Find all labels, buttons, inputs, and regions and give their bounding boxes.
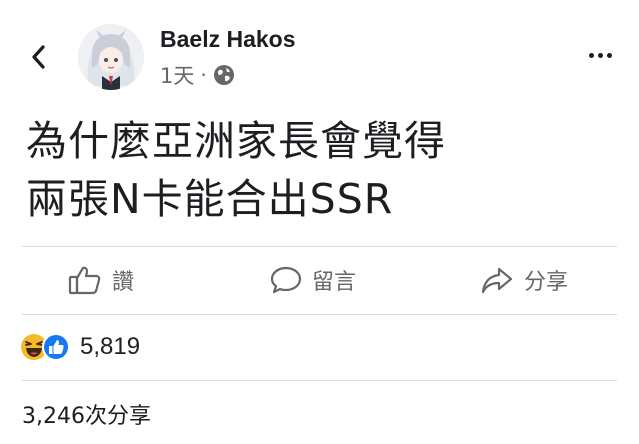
more-options-button[interactable] bbox=[582, 40, 618, 70]
divider-bottom bbox=[22, 380, 617, 381]
anime-character-avatar-image bbox=[78, 24, 144, 90]
comment-button[interactable]: 留言 bbox=[270, 262, 356, 298]
post-time[interactable]: 1天 bbox=[160, 60, 194, 90]
globe-icon bbox=[213, 65, 234, 85]
more-dots-icon bbox=[588, 52, 594, 58]
reaction-count: 5,819 bbox=[80, 333, 141, 360]
post-text-line-1: 為什麼亞洲家長會覺得 bbox=[26, 117, 446, 165]
reaction-icons bbox=[20, 333, 70, 361]
post-text: 為什麼亞洲家長會覺得 兩張N卡能合出SSR bbox=[26, 112, 616, 228]
like-button[interactable]: 讚 bbox=[68, 262, 134, 298]
post-meta: 1天 · bbox=[160, 62, 235, 88]
post-text-line-2: 兩張N卡能合出SSR bbox=[26, 175, 394, 223]
author-name[interactable]: Baelz Hakos bbox=[160, 26, 296, 53]
speech-bubble-icon bbox=[270, 266, 302, 294]
meta-separator: · bbox=[200, 63, 207, 87]
comment-label: 留言 bbox=[312, 270, 357, 295]
reaction-summary[interactable]: 5,819 bbox=[20, 330, 140, 364]
chevron-left-icon bbox=[32, 45, 45, 69]
share-button[interactable]: 分享 bbox=[480, 262, 568, 298]
blue-like-badge-icon bbox=[42, 333, 70, 361]
share-count[interactable]: 3,246次分享 bbox=[22, 398, 151, 430]
divider-top bbox=[22, 246, 617, 247]
back-button[interactable] bbox=[24, 40, 52, 74]
thumbs-up-icon bbox=[68, 266, 101, 295]
post-page: Baelz Hakos 1天 · 為什麼亞洲家長會覺得 兩張N卡能合出SSR 讚… bbox=[0, 0, 639, 444]
share-label: 分享 bbox=[524, 270, 569, 295]
like-label: 讚 bbox=[112, 270, 135, 295]
share-arrow-icon bbox=[481, 267, 513, 294]
avatar[interactable] bbox=[78, 24, 144, 90]
divider-middle bbox=[22, 314, 617, 315]
